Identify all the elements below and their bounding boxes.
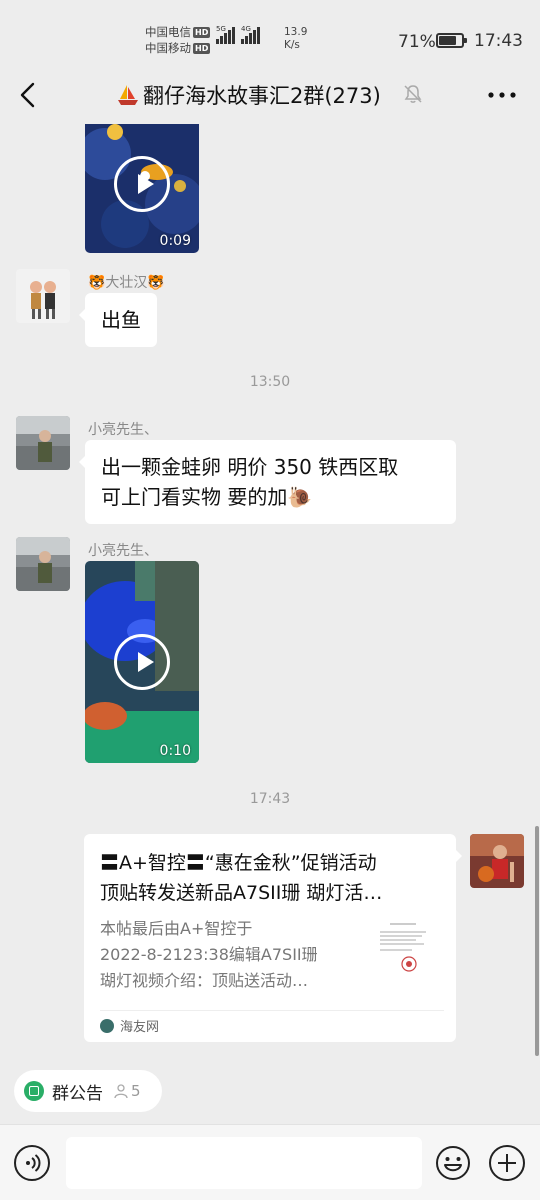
video-duration: 0:10 (159, 743, 191, 759)
notice-count-value: 5 (131, 1082, 141, 1100)
chat-scrollbar[interactable] (535, 826, 539, 1056)
link-card-source: 海友网 (100, 1016, 159, 1035)
avatar[interactable] (16, 416, 70, 470)
sender-name: 小亮先生、 (88, 422, 158, 438)
avatar[interactable] (470, 834, 524, 888)
link-desc-line: 瑚灯视频介绍：顶贴送活动… (100, 971, 309, 990)
link-card-message[interactable]: 〓A+智控〓“惠在金秋”促销活动 顶贴转发送新品A7SII珊 瑚灯活… 本帖最后… (84, 834, 462, 1042)
avatar[interactable] (16, 537, 70, 591)
carrier-info: 中国电信 HD 中国移动 HD (145, 24, 211, 56)
link-source-name: 海友网 (120, 1020, 160, 1035)
time-divider: 17:43 (249, 791, 291, 807)
battery-percent: 71% (398, 32, 436, 52)
voice-icon (26, 1154, 41, 1172)
battery-icon (436, 33, 467, 48)
video-message[interactable]: 0:10 (85, 561, 199, 763)
notice-count: 5 (113, 1082, 141, 1100)
mute-bell-icon (402, 83, 424, 105)
signal-5g-label: 5G (216, 25, 226, 33)
link-title-line: 〓A+智控〓“惠在金秋”促销活动 (100, 852, 377, 874)
text-message[interactable]: 出鱼 (79, 293, 157, 347)
message-text-line: 出一颗金蛙卵 明价 350 铁西区取 (101, 455, 399, 479)
notice-icon (24, 1081, 44, 1101)
notice-label: 群公告 (52, 1083, 103, 1104)
sender-name: 🐯大壮汉🐯 (88, 275, 165, 291)
carrier-2: 中国移动 (145, 41, 191, 55)
link-title-line: 顶贴转发送新品A7SII珊 瑚灯活… (100, 882, 383, 904)
more-options-button[interactable] (486, 83, 518, 107)
source-logo-icon (100, 1018, 114, 1033)
input-bar (0, 1124, 540, 1200)
link-desc-line: 本帖最后由A+智控于 (100, 919, 253, 938)
voice-input-button[interactable] (14, 1145, 50, 1181)
status-time: 17:43 (474, 31, 523, 51)
group-notice-chip[interactable]: 群公告 5 (14, 1070, 162, 1112)
chat-header: 翻仔海水故事汇2群(273) (0, 66, 540, 124)
message-input[interactable] (66, 1137, 422, 1189)
text-message[interactable]: 出一颗金蛙卵 明价 350 铁西区取 可上门看实物 要的加🐌 (79, 440, 456, 524)
sender-name: 小亮先生、 (88, 543, 158, 559)
signal-5g-icon: 5G (216, 25, 235, 44)
link-card-divider (100, 1010, 444, 1011)
person-icon (114, 1084, 128, 1099)
avatar[interactable] (16, 269, 70, 323)
more-actions-button[interactable] (489, 1145, 525, 1181)
signal-4g-label: 4G (241, 25, 251, 33)
status-bar: 中国电信 HD 中国移动 HD 5G 4G 13.9 K/s 71% 17:43 (0, 0, 540, 66)
message-text-line: 可上门看实物 要的加🐌 (101, 485, 313, 509)
play-icon (114, 634, 170, 690)
message-text: 出鱼 (101, 308, 141, 332)
chat-title: 翻仔海水故事汇2群(273) (116, 80, 381, 110)
net-speed: 13.9 K/s (284, 26, 307, 52)
back-button[interactable] (14, 80, 44, 110)
video-duration: 0:09 (159, 233, 191, 249)
message-list[interactable]: 0:09 🐯大壮汉🐯 出鱼 13:50 小亮先生、 出一颗金蛙卵 明价 350 … (0, 124, 540, 1060)
emoji-button[interactable] (435, 1145, 471, 1181)
sailboat-icon (118, 85, 138, 105)
signal-indicators: 5G 4G (216, 25, 260, 44)
carrier-1: 中国电信 (145, 25, 191, 39)
hd-badge: HD (193, 27, 211, 38)
chat-title-text: 翻仔海水故事汇2群(273) (143, 84, 381, 108)
more-dots-icon (488, 92, 516, 98)
chevron-left-icon (20, 82, 35, 108)
net-speed-unit: K/s (284, 39, 300, 51)
video-message[interactable]: 0:09 (85, 124, 199, 253)
link-card-title: 〓A+智控〓“惠在金秋”促销活动 顶贴转发送新品A7SII珊 瑚灯活… (100, 848, 440, 908)
net-speed-value: 13.9 (284, 26, 308, 38)
link-desc-line: 2022-8-2123:38编辑A7SII珊 (100, 945, 318, 964)
hd-badge: HD (193, 43, 211, 54)
signal-4g-icon: 4G (241, 25, 260, 44)
link-card-description: 本帖最后由A+智控于 2022-8-2123:38编辑A7SII珊 瑚灯视频介绍… (100, 916, 350, 994)
emoji-icon (436, 1146, 470, 1180)
time-divider: 13:50 (249, 374, 291, 390)
play-icon (114, 155, 170, 212)
link-thumbnail (376, 918, 430, 978)
